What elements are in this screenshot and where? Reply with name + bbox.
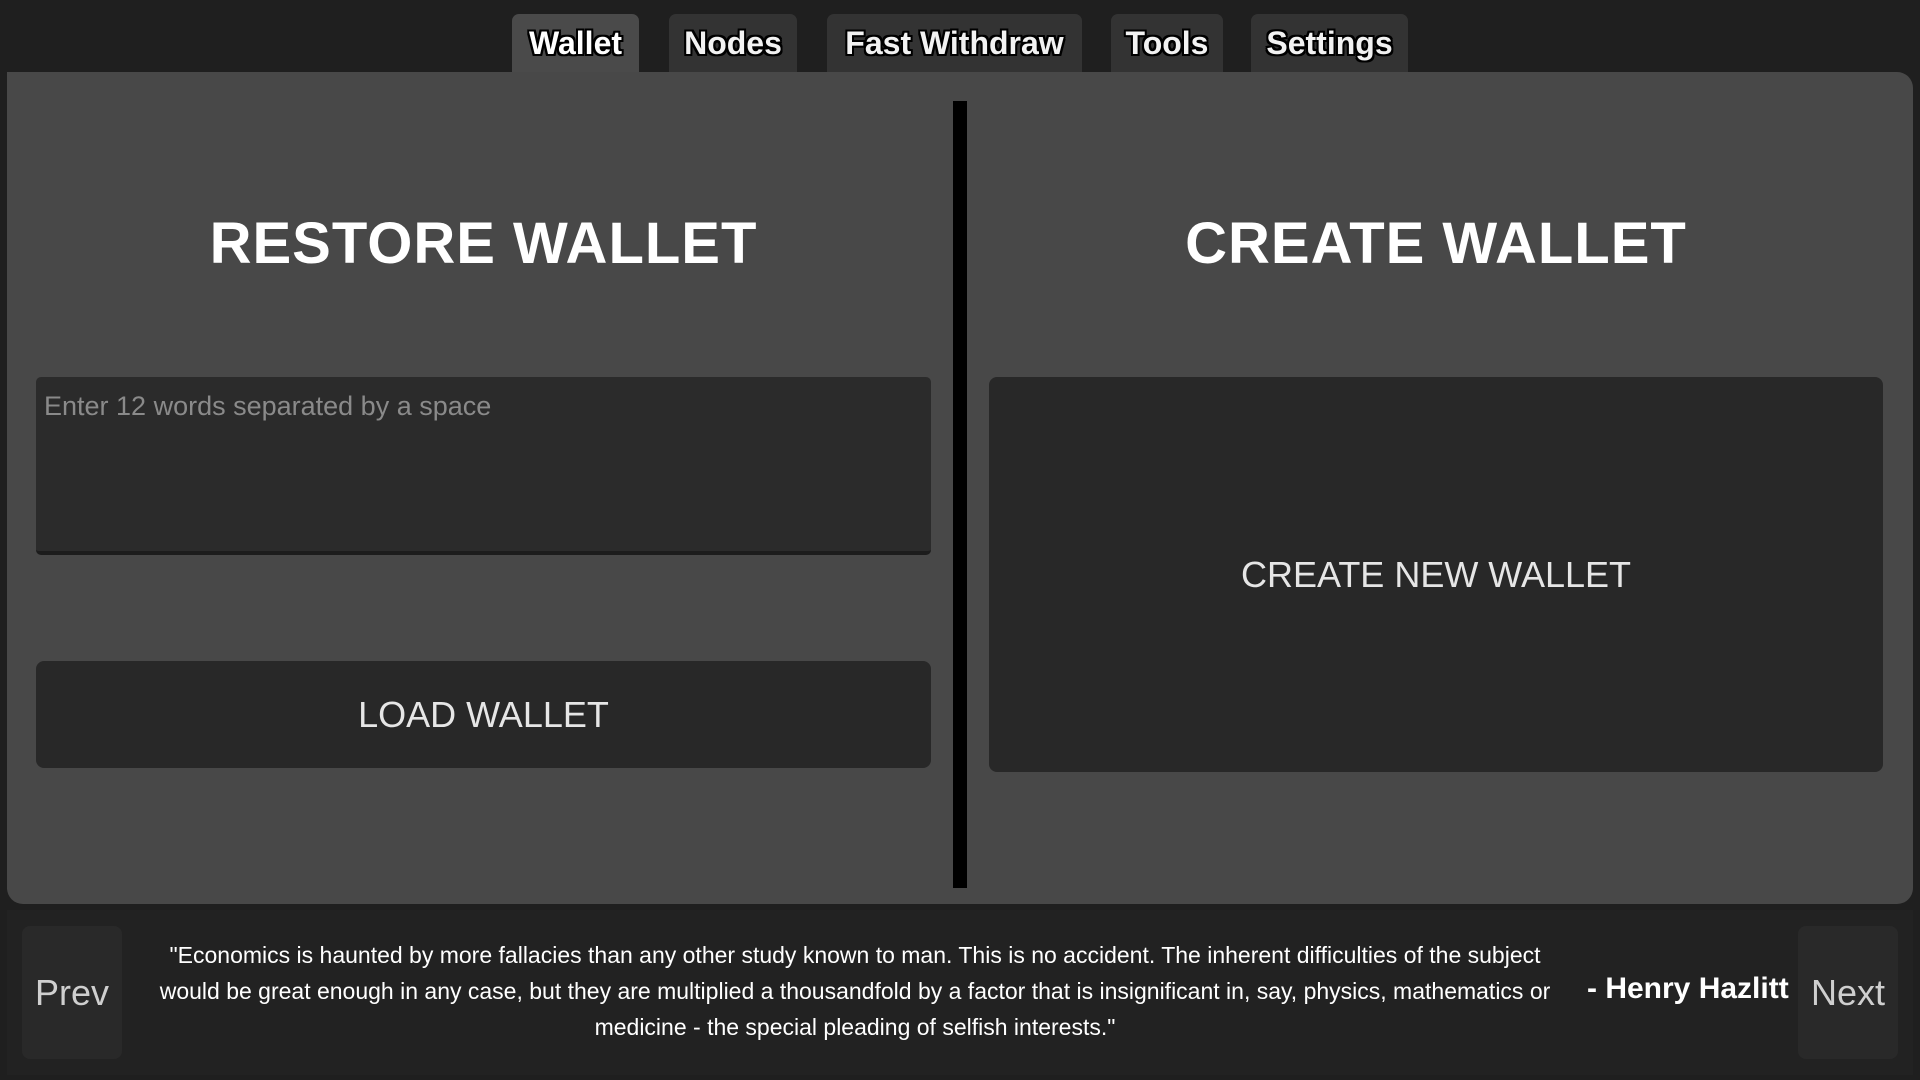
create-wallet-title: CREATE WALLET [1185, 211, 1687, 276]
panel-divider [953, 101, 967, 888]
tab-bar: Wallet Nodes Fast Withdraw Tools Setting… [0, 14, 1920, 72]
tab-settings[interactable]: Settings [1251, 14, 1408, 72]
tab-tools[interactable]: Tools [1111, 14, 1223, 72]
load-wallet-button[interactable]: LOAD WALLET [36, 661, 931, 768]
tab-wallet[interactable]: Wallet [512, 14, 639, 72]
seed-phrase-input[interactable] [36, 377, 931, 555]
tab-fast-withdraw[interactable]: Fast Withdraw [827, 14, 1082, 72]
next-quote-button[interactable]: Next [1798, 926, 1898, 1059]
quote-bar: Prev "Economics is haunted by more falla… [7, 910, 1913, 1075]
prev-quote-button[interactable]: Prev [22, 926, 122, 1059]
tab-nodes[interactable]: Nodes [669, 14, 797, 72]
create-new-wallet-button[interactable]: CREATE NEW WALLET [989, 377, 1883, 772]
quote-author: - Henry Hazlitt [1587, 972, 1789, 1005]
restore-wallet-title: RESTORE WALLET [209, 211, 758, 276]
quote-text: "Economics is haunted by more fallacies … [159, 942, 1551, 1040]
